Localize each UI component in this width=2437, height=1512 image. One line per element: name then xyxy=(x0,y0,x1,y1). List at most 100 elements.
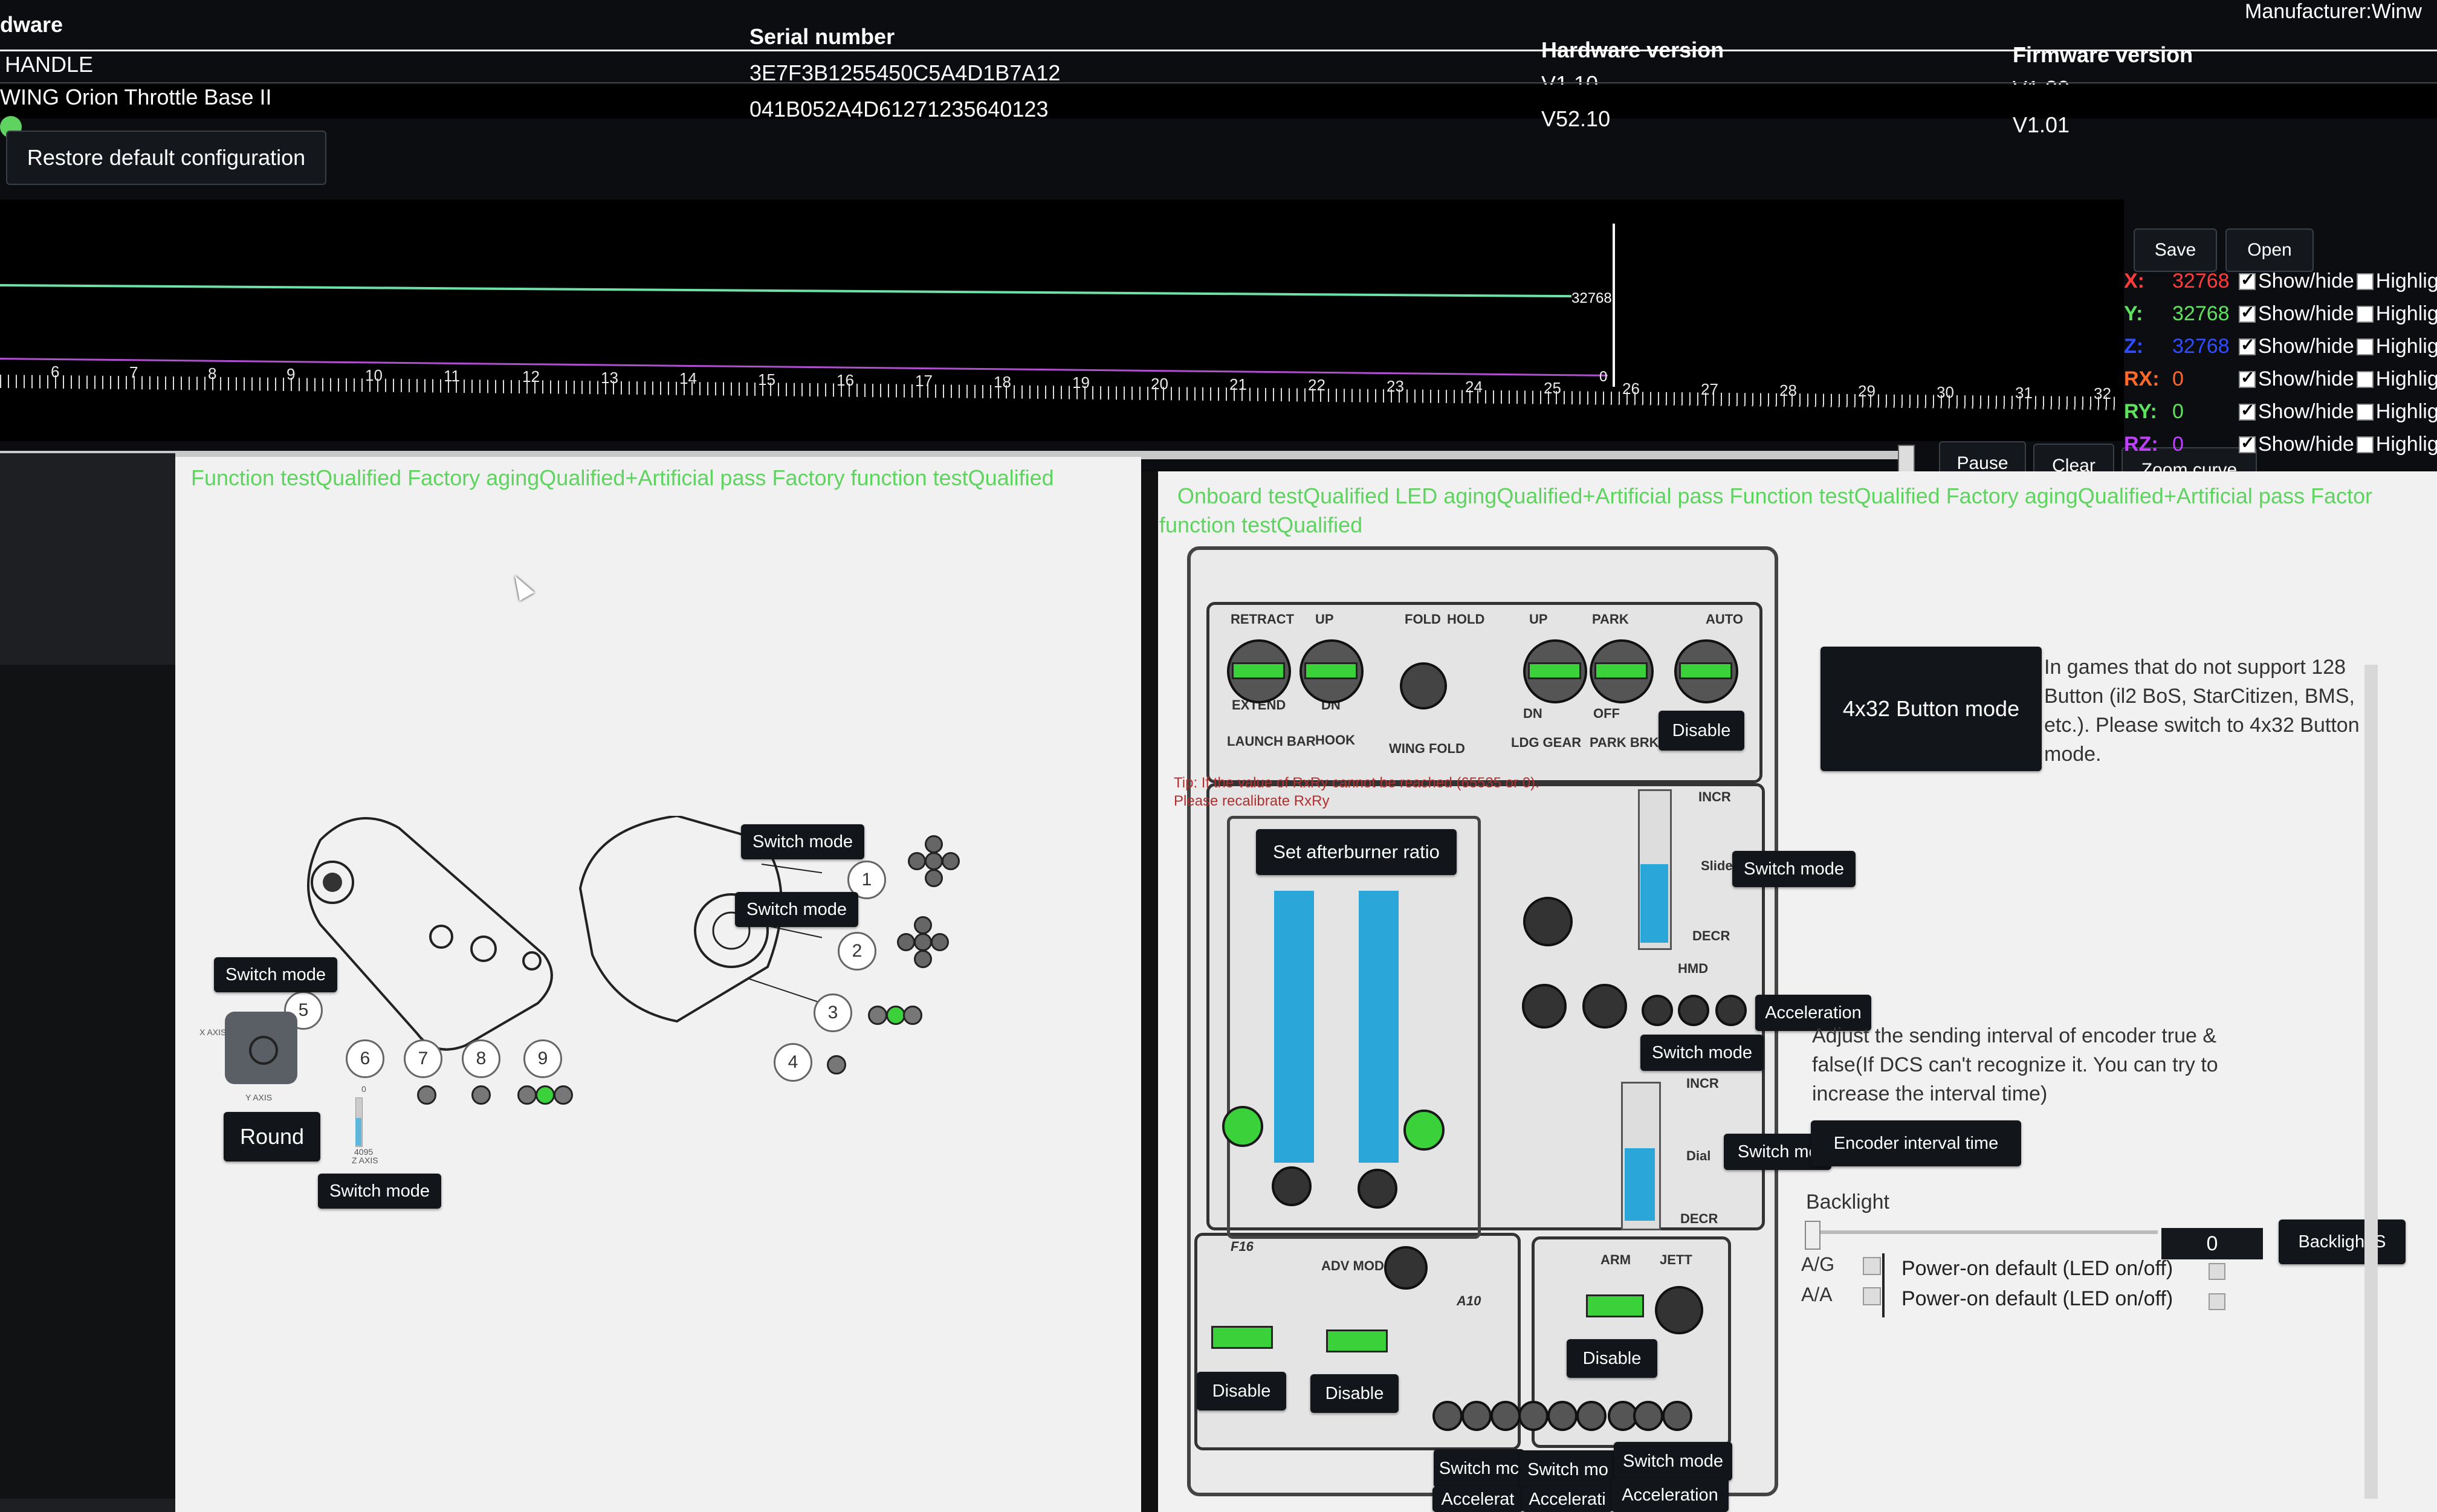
show-hide-checkbox[interactable] xyxy=(2239,335,2256,355)
round-button[interactable]: Round xyxy=(224,1112,320,1161)
scrollbar-handle[interactable] xyxy=(1898,445,1915,474)
encoder-knob-1[interactable] xyxy=(1523,897,1573,946)
switch-mode-button-3[interactable]: Switch mode xyxy=(735,892,858,927)
button-mode-description: In games that do not support 128 Button … xyxy=(2044,656,2360,766)
highlight-checkbox[interactable] xyxy=(2356,338,2374,355)
adv-mode-knob[interactable] xyxy=(1384,1246,1428,1290)
axis-row[interactable]: RZ: 0 Show/hide Highlig xyxy=(2124,433,2437,456)
hmd-knob-1[interactable] xyxy=(1522,984,1567,1029)
toggle-switch-led xyxy=(1528,662,1581,679)
save-button[interactable]: Save xyxy=(2134,228,2217,272)
panel-scrollbar[interactable] xyxy=(2364,665,2378,1499)
disable-button-top[interactable]: Disable xyxy=(1659,711,1744,751)
show-hide-checkbox[interactable] xyxy=(2239,270,2256,290)
disable-button-f16-1[interactable]: Disable xyxy=(1197,1372,1286,1410)
switch-mode-bottom-2[interactable]: Switch mo xyxy=(1519,1450,1616,1489)
backlight-value-input[interactable]: 0 xyxy=(2161,1228,2263,1259)
acceleration-bottom-3[interactable]: Acceleration xyxy=(1611,1478,1729,1512)
hat-dot xyxy=(914,950,932,968)
f16-toggle-1[interactable] xyxy=(1211,1326,1273,1349)
hat-dot xyxy=(925,835,943,853)
backlight-set-button[interactable]: Backlight S xyxy=(2279,1220,2406,1264)
highlight-checkbox[interactable] xyxy=(2356,273,2374,290)
axis-row[interactable]: Y: 32768 Show/hide Highlig xyxy=(2124,302,2437,326)
backlight-slider-track[interactable] xyxy=(1807,1230,2158,1234)
axis-name: Z: xyxy=(2124,335,2144,358)
switch-mode-slide[interactable]: Switch mode xyxy=(1732,851,1856,887)
highlight-checkbox[interactable] xyxy=(2356,403,2374,421)
encoder-knob[interactable] xyxy=(1518,1401,1549,1431)
graph-tick-label: 32 xyxy=(2094,384,2111,403)
right-knob[interactable] xyxy=(1358,1169,1397,1209)
switch-mode-button-4[interactable]: Switch mode xyxy=(318,1174,441,1209)
table-row[interactable]: WING Orion Throttle Base II 041B052A4D61… xyxy=(0,85,2437,137)
dial-label: Dial xyxy=(1686,1148,1711,1163)
disable-button-f16-2[interactable]: Disable xyxy=(1310,1374,1399,1413)
encoder-knob[interactable] xyxy=(1490,1401,1521,1431)
acceleration-bottom-1[interactable]: Accelerat xyxy=(1432,1487,1523,1512)
arm-toggle[interactable] xyxy=(1586,1294,1644,1317)
open-button[interactable]: Open xyxy=(2225,228,2314,272)
graph-tick-label: 7 xyxy=(129,363,138,382)
col-hardware: dware xyxy=(0,12,63,37)
backlight-slider-handle[interactable] xyxy=(1805,1221,1820,1250)
switch-top-label: HOLD xyxy=(1447,612,1485,627)
z-axis-label: Z AXIS xyxy=(352,1155,378,1165)
switch-mode-button-2[interactable]: Switch mode xyxy=(741,824,864,859)
restore-default-button[interactable]: Restore default configuration xyxy=(6,131,326,185)
show-hide-checkbox[interactable] xyxy=(2239,367,2256,388)
button-mode-4x32-button[interactable]: 4x32 Button mode xyxy=(1820,647,2042,771)
right-green-button[interactable] xyxy=(1403,1110,1445,1151)
switch-mode-button-1[interactable]: Switch mode xyxy=(214,957,337,992)
encoder-knob[interactable] xyxy=(1461,1401,1492,1431)
highlight-checkbox[interactable] xyxy=(2356,305,2374,323)
switch-mode-bottom-1[interactable]: Switch mc xyxy=(1434,1449,1524,1488)
left-knob[interactable] xyxy=(1272,1166,1312,1206)
show-hide-checkbox[interactable] xyxy=(2239,400,2256,421)
throttle-left-bar xyxy=(1274,891,1314,1163)
disable-button-arm[interactable]: Disable xyxy=(1567,1339,1657,1378)
switch-bottom-label: LDG GEAR xyxy=(1511,735,1582,750)
tip-line1: Tip: If the value of RxRy cannot be reac… xyxy=(1174,775,1539,791)
toggle-switch-led xyxy=(1594,662,1648,679)
show-hide-checkbox[interactable] xyxy=(2239,433,2256,453)
left-green-button[interactable] xyxy=(1222,1106,1263,1147)
switch-mode-hmd[interactable]: Switch mode xyxy=(1640,1035,1764,1071)
encoder-knob[interactable] xyxy=(1547,1401,1578,1431)
accel-knob-1[interactable] xyxy=(1642,995,1673,1026)
switch-top-label: UP xyxy=(1529,612,1548,627)
axis-row[interactable]: RY: 0 Show/hide Highlig xyxy=(2124,400,2437,424)
show-hide-checkbox[interactable] xyxy=(2239,302,2256,323)
encoder-knob[interactable] xyxy=(1576,1401,1607,1431)
highlight-checkbox[interactable] xyxy=(2356,370,2374,388)
graph-tick-label: 10 xyxy=(365,366,383,384)
encoder-knob[interactable] xyxy=(1432,1401,1463,1431)
axis-value: 32768 xyxy=(2172,302,2230,325)
graph-purple-line xyxy=(0,358,1608,376)
highlight-checkbox[interactable] xyxy=(2356,436,2374,453)
encoder-interval-button[interactable]: Encoder interval time xyxy=(1811,1120,2021,1166)
highlight-label: Highlig xyxy=(2375,367,2437,390)
jett-knob[interactable] xyxy=(1655,1286,1703,1334)
f16-toggle-2[interactable] xyxy=(1326,1329,1388,1352)
adv-mode-label: ADV MODE xyxy=(1321,1258,1393,1273)
aa-checkbox[interactable] xyxy=(1863,1287,1881,1305)
table-row[interactable]: HANDLE 3E7F3B1255450C5A4D1B7A12 V1.10 V1… xyxy=(0,52,2437,101)
encoder-knob[interactable] xyxy=(1662,1401,1692,1431)
axis-row[interactable]: Z: 32768 Show/hide Highlig xyxy=(2124,335,2437,358)
acceleration-bottom-2[interactable]: Accelerati xyxy=(1522,1487,1613,1512)
axis-row[interactable]: X: 32768 Show/hide Highlig xyxy=(2124,270,2437,293)
ag-checkbox[interactable] xyxy=(1863,1257,1881,1275)
hmd-knob-2[interactable] xyxy=(1582,984,1627,1029)
encoder-knob[interactable] xyxy=(1633,1401,1663,1431)
axis-row[interactable]: RX: 0 Show/hide Highlig xyxy=(2124,367,2437,391)
wing-fold-knob[interactable] xyxy=(1400,662,1447,709)
accel-knob-3[interactable] xyxy=(1715,995,1747,1026)
accel-knob-2[interactable] xyxy=(1678,995,1709,1026)
encoder-description: Adjust the sending interval of encoder t… xyxy=(1812,1024,2218,1105)
throttle-handle-drawing xyxy=(307,817,553,1051)
aa-divider xyxy=(1882,1284,1885,1317)
switch-mode-bottom-3[interactable]: Switch mode xyxy=(1614,1442,1732,1481)
aa-power-checkbox[interactable] xyxy=(2209,1293,2225,1310)
ag-power-checkbox[interactable] xyxy=(2209,1263,2225,1280)
